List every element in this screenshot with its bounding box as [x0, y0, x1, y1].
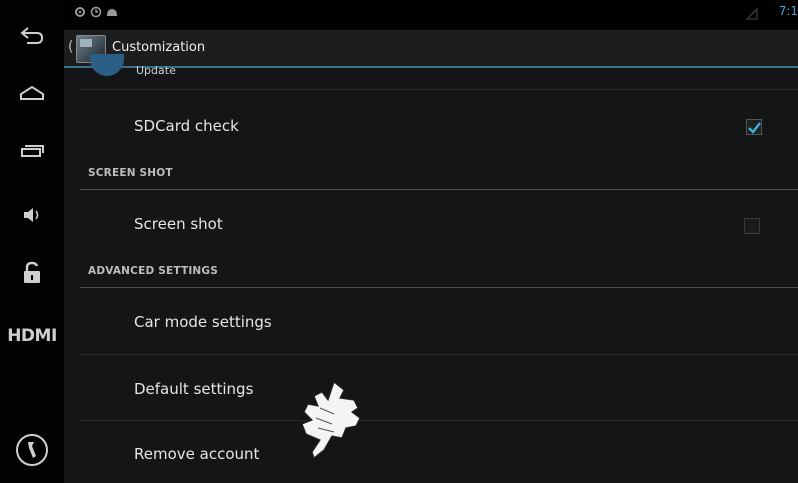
hdmi-label: HDMI: [7, 326, 57, 346]
hdmi-button[interactable]: HDMI: [0, 318, 64, 354]
screen-shot-label: Screen shot: [134, 215, 223, 233]
android-status-icon: [107, 9, 117, 16]
list-item-update[interactable]: Update: [64, 54, 798, 88]
page-title: Customization: [112, 40, 206, 55]
settings-status-icon: [75, 7, 85, 17]
clock: 7:1: [778, 4, 798, 18]
settings-list[interactable]: Update SDCard check SCREEN SHOT Screen s…: [64, 54, 798, 483]
home-icon: [20, 85, 44, 100]
unlock-button[interactable]: [0, 256, 64, 290]
volume-button[interactable]: [0, 200, 64, 230]
default-settings-label: Default settings: [134, 380, 254, 398]
recent-apps-icon: [21, 145, 44, 157]
unlock-icon: [24, 261, 40, 283]
back-icon: [20, 27, 44, 44]
sdcard-checkbox[interactable]: [746, 119, 762, 135]
car-head-unit-screen: HDMI 7:1 ( Customization Update SDCard c…: [0, 0, 798, 483]
recent-apps-button[interactable]: [0, 136, 64, 166]
home-button[interactable]: [0, 78, 64, 108]
screen-shot-checkbox[interactable]: [744, 218, 760, 234]
up-navigation-icon[interactable]: (: [68, 39, 73, 55]
action-bar: ( Customization: [64, 30, 798, 68]
list-item-remove-account[interactable]: Remove account: [64, 421, 798, 483]
car-mode-settings-label: Car mode settings: [134, 313, 272, 331]
list-item-sdcard-check[interactable]: SDCard check: [64, 90, 798, 162]
update-label: Update: [136, 64, 176, 77]
volume-icon: [24, 208, 39, 222]
signal-icon: [746, 8, 758, 20]
section-header-advanced-settings: ADVANCED SETTINGS: [88, 265, 218, 277]
tools-icon: [16, 434, 48, 466]
back-button[interactable]: [0, 18, 64, 54]
sdcard-check-label: SDCard check: [134, 117, 239, 135]
pointing-hand-cursor-icon: [301, 380, 361, 460]
list-item-screen-shot[interactable]: Screen shot: [64, 190, 798, 262]
status-bar: 7:1: [64, 0, 798, 30]
list-item-car-mode-settings[interactable]: Car mode settings: [64, 288, 798, 354]
section-header-screen-shot: SCREEN SHOT: [88, 167, 173, 179]
remove-account-label: Remove account: [134, 445, 260, 463]
update-icon: [90, 54, 124, 76]
tools-button[interactable]: [0, 428, 64, 472]
sync-status-icon: [90, 6, 102, 18]
system-nav-bar: HDMI: [0, 0, 64, 483]
list-item-default-settings[interactable]: Default settings: [64, 355, 798, 420]
checkmark-icon: [748, 122, 761, 134]
